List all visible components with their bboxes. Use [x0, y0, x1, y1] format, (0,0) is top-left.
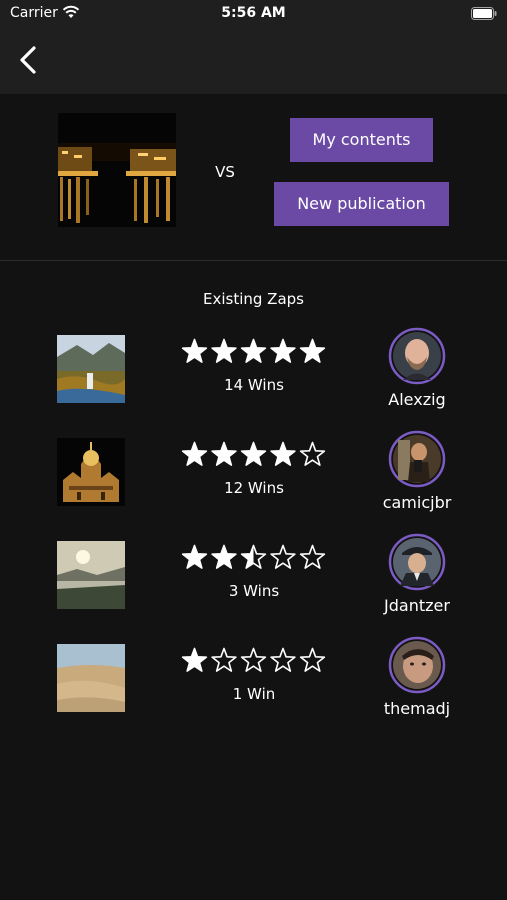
star-empty-icon [299, 441, 326, 466]
avatar[interactable] [388, 636, 446, 694]
avatar[interactable] [388, 430, 446, 488]
wins-count: 3 Wins [228, 582, 280, 600]
star-empty-icon [270, 544, 296, 569]
avatar[interactable] [388, 533, 446, 591]
vs-label: VS [215, 163, 235, 181]
star-filled-icon [240, 338, 267, 363]
star-filled-icon [211, 441, 237, 466]
status-time: 5:56 AM [221, 5, 286, 21]
my-contents-button[interactable]: My contents [290, 118, 433, 162]
star-filled-icon [181, 647, 208, 672]
status-bar: Carrier 5:56 AM [0, 0, 507, 28]
star-filled-icon [299, 338, 326, 363]
username[interactable]: themadj [360, 699, 474, 718]
star-filled-icon [240, 441, 267, 466]
section-divider [0, 260, 507, 261]
zap-row[interactable]: 3 Wins Jdantzer [0, 533, 507, 628]
star-empty-icon [299, 544, 326, 569]
rating-stars [181, 544, 326, 569]
compare-section: VS My contents New publication [0, 94, 507, 260]
username[interactable]: Alexzig [360, 390, 474, 409]
avatar[interactable] [388, 327, 446, 385]
cathedral-night-photo [57, 438, 125, 506]
desert-dunes-photo [57, 644, 125, 712]
star-filled-icon [270, 441, 296, 466]
star-empty-icon [211, 647, 237, 672]
wins-count: 12 Wins [224, 479, 284, 497]
wins-count: 14 Wins [224, 376, 284, 394]
existing-zaps-title: Existing Zaps [203, 290, 304, 308]
rating-stars [181, 647, 326, 672]
username[interactable]: Jdantzer [360, 596, 474, 615]
star-filled-icon [211, 338, 237, 363]
rating-stars [181, 441, 326, 466]
waterfall-landscape-photo [57, 335, 125, 403]
navigation-bar [0, 28, 507, 94]
battery-icon [471, 7, 497, 20]
star-filled-icon [181, 338, 208, 363]
username[interactable]: camicjbr [360, 493, 474, 512]
star-empty-icon [270, 647, 296, 672]
zap-row[interactable]: 1 Win themadj [0, 636, 507, 731]
new-publication-button[interactable]: New publication [274, 182, 449, 226]
wins-count: 1 Win [232, 685, 276, 703]
back-button[interactable] [12, 42, 46, 78]
star-filled-icon [211, 544, 237, 569]
zap-row[interactable]: 14 Wins Alexzig [0, 327, 507, 422]
star-empty-icon [240, 647, 267, 672]
star-empty-icon [299, 647, 326, 672]
zap-row[interactable]: 12 Wins camicjbr [0, 430, 507, 525]
star-filled-icon [181, 441, 208, 466]
rating-stars [181, 338, 326, 363]
sunset-lake-photo [57, 541, 125, 609]
star-filled-icon [270, 338, 296, 363]
publication-thumbnail [58, 113, 176, 227]
chevron-left-icon [20, 46, 36, 74]
star-filled-icon [181, 544, 208, 569]
